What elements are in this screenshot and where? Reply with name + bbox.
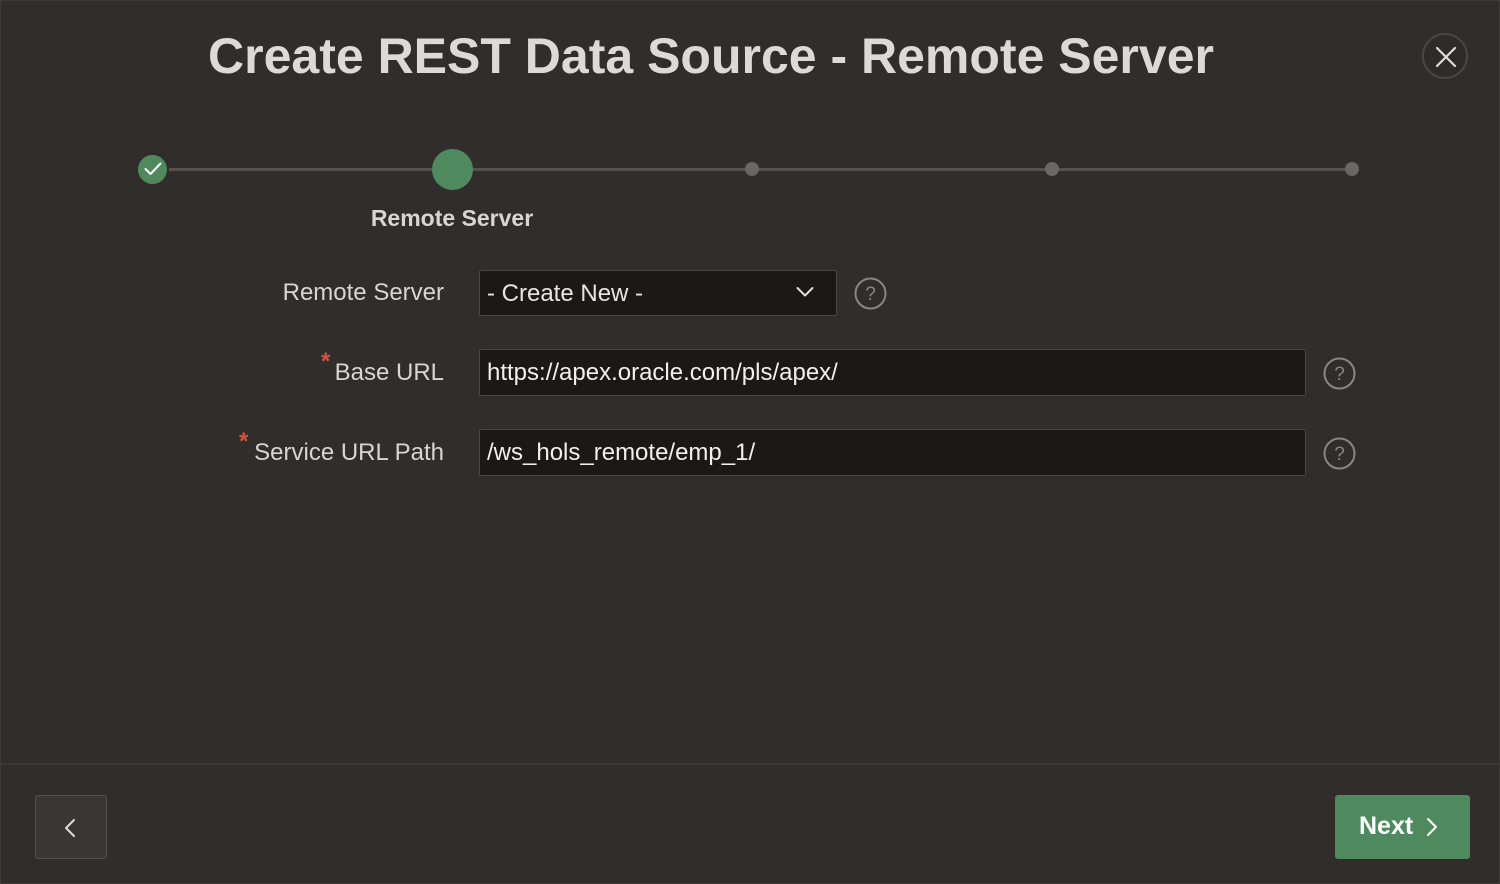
svg-text:?: ?: [1334, 364, 1345, 385]
chevron-down-icon: [796, 287, 814, 297]
checkmark-icon: [144, 162, 162, 175]
wizard-step-4: [1045, 162, 1059, 176]
previous-button[interactable]: [35, 795, 107, 859]
service-url-path-help-icon[interactable]: ?: [1323, 437, 1356, 470]
wizard-step-5: [1345, 162, 1359, 176]
wizard-step-1-complete: [136, 153, 169, 186]
base-url-label: Base URL: [334, 359, 444, 386]
next-button[interactable]: Next: [1335, 795, 1470, 859]
base-url-input[interactable]: [479, 349, 1306, 396]
wizard-progress: Remote Server: [1, 141, 1500, 251]
base-url-required-marker: *: [321, 348, 331, 375]
create-rest-data-source-dialog: Create REST Data Source - Remote Server …: [0, 0, 1500, 884]
remote-server-help-icon[interactable]: ?: [854, 277, 887, 310]
close-button[interactable]: [1422, 33, 1468, 79]
remote-server-select-value: - Create New -: [487, 280, 644, 307]
next-button-label: Next: [1359, 812, 1414, 840]
svg-text:?: ?: [1334, 444, 1345, 465]
service-url-path-label: Service URL Path: [254, 439, 444, 466]
close-icon: [1435, 46, 1457, 68]
wizard-step-2-current: [432, 149, 473, 190]
footer-divider: [1, 763, 1500, 765]
chevron-left-icon: [65, 819, 75, 837]
service-url-path-input[interactable]: [479, 429, 1306, 476]
wizard-current-step-label: Remote Server: [370, 205, 534, 231]
wizard-step-3: [745, 162, 759, 176]
chevron-right-icon: [1427, 818, 1437, 836]
service-url-path-required-marker: *: [239, 428, 249, 455]
remote-server-select[interactable]: - Create New -: [479, 270, 837, 316]
remote-server-label: Remote Server: [282, 279, 444, 306]
base-url-help-icon[interactable]: ?: [1323, 357, 1356, 390]
dialog-title: Create REST Data Source - Remote Server: [208, 28, 1214, 84]
svg-text:?: ?: [865, 284, 876, 305]
